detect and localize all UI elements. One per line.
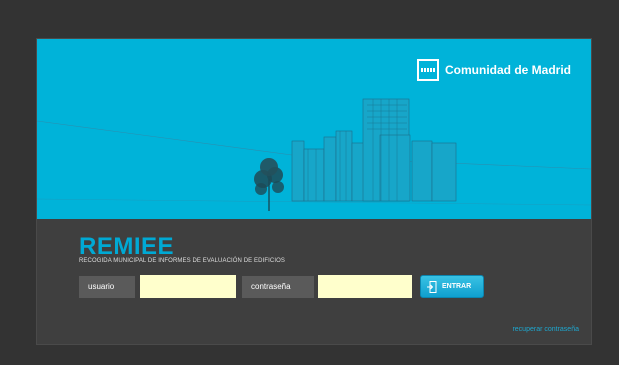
app-title: REMIEE: [79, 233, 175, 260]
password-field[interactable]: [318, 275, 412, 298]
brand-name: Comunidad de Madrid: [445, 63, 571, 77]
app-subtitle: RECOGIDA MUNICIPAL DE INFORMES DE EVALUA…: [79, 258, 285, 264]
brand-header: Comunidad de Madrid: [417, 59, 571, 81]
login-card: Comunidad de Madrid REMIEE RECOGIDA MUNI…: [36, 38, 592, 345]
madrid-stars-logo-icon: [417, 59, 439, 81]
username-label: usuario: [79, 276, 135, 298]
password-label: contraseña: [242, 276, 314, 298]
username-field[interactable]: [140, 275, 236, 298]
enter-door-icon: [427, 280, 437, 293]
hero-banner: Comunidad de Madrid: [37, 39, 591, 219]
tree-illustration: [254, 158, 284, 211]
recover-password-link[interactable]: recuperar contraseña: [512, 326, 579, 333]
enter-button-label: ENTRAR: [442, 283, 472, 290]
enter-button[interactable]: ENTRAR: [420, 275, 484, 298]
